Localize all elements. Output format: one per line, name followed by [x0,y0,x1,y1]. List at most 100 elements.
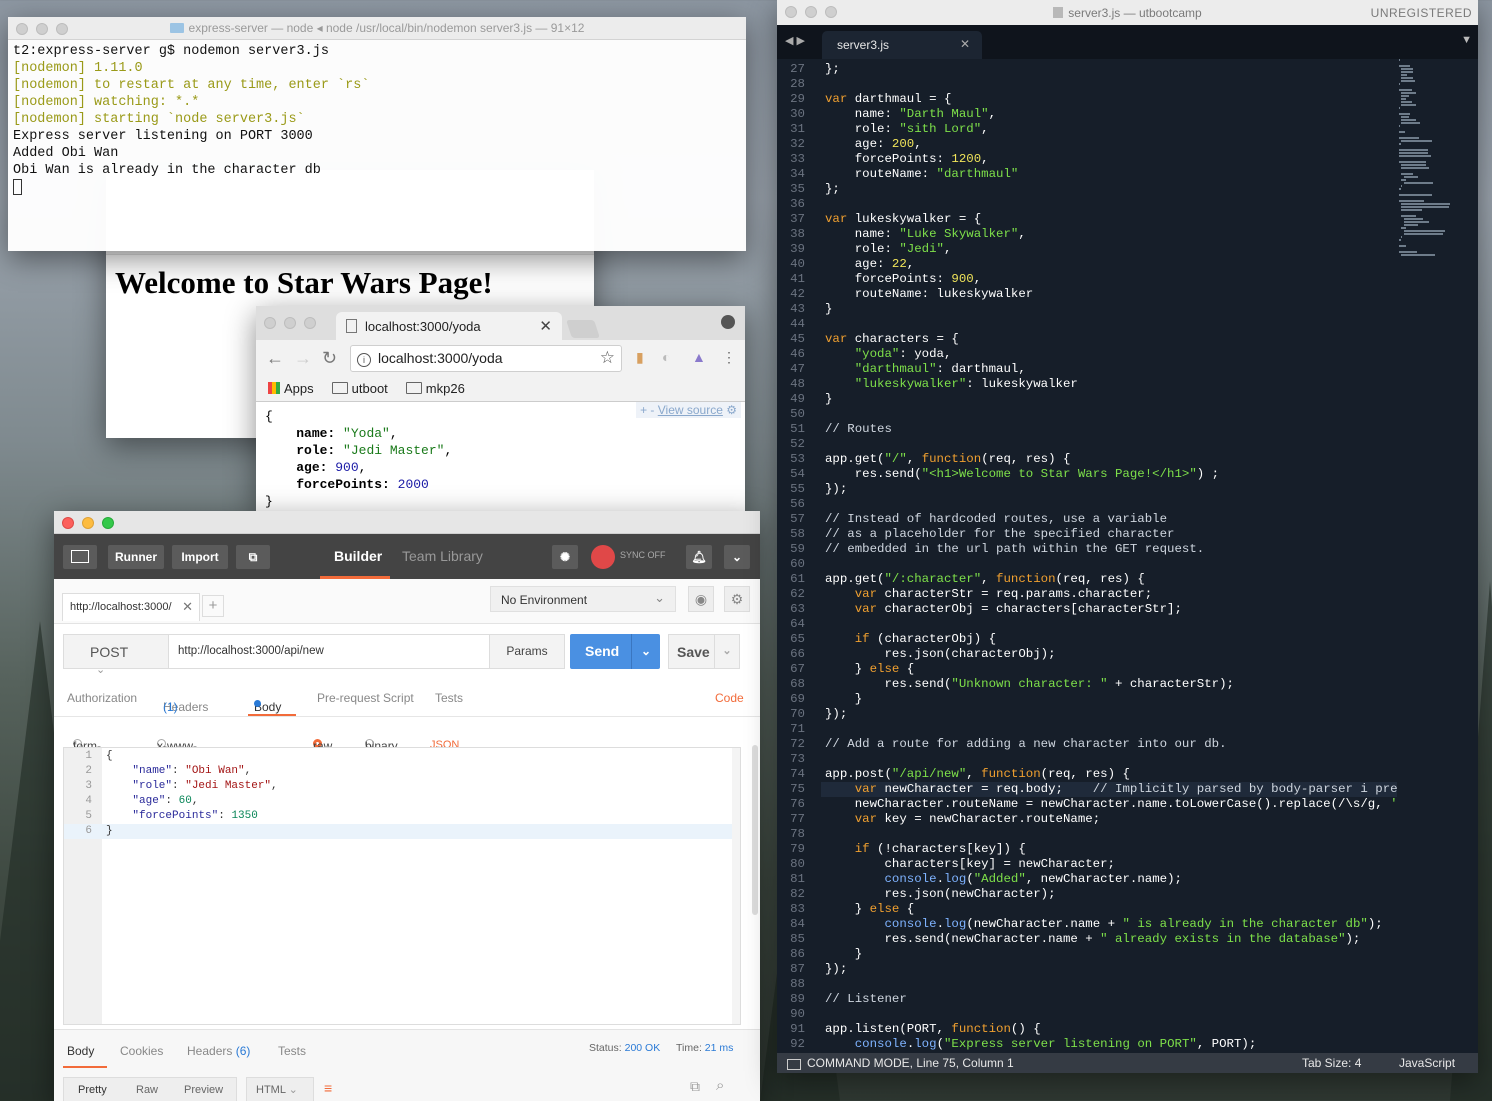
code-line[interactable]: 63 var characterObj = characters[charact… [777,602,1397,617]
terminal-prompt[interactable] [13,179,741,199]
sublime-titlebar[interactable]: server3.js — utbootcamp UNREGISTERED [777,0,1478,25]
code-line[interactable]: 72// Add a route for adding a new charac… [777,737,1397,752]
send-button[interactable]: Send ⌄ [570,634,660,669]
close-tab-icon[interactable]: ✕ [960,37,970,51]
code-editor[interactable]: 27}; 28 29 var darthmaul = {30 name: "Darth… [777,59,1397,1053]
code-link[interactable]: Code [715,691,744,705]
editor-line[interactable]: 5 "forcePoints": 1350 [64,809,740,824]
code-line[interactable]: 49} [777,392,1397,407]
code-line[interactable]: 61 app.get("/:character", function(req, r… [777,572,1397,587]
menu-chevron-icon[interactable]: ⌄ [724,545,750,569]
code-line[interactable]: 69 } [777,692,1397,707]
editor-scrollbar[interactable] [732,748,740,1024]
view-raw-button[interactable]: Raw [136,1078,158,1101]
code-line[interactable]: 39 role: "Jedi", [777,242,1397,257]
code-line[interactable]: 89// Listener [777,992,1397,1007]
interceptor-icon[interactable]: ✺ [552,545,578,569]
zoom-button[interactable] [102,517,114,529]
code-line[interactable]: 32 age: 200, [777,137,1397,152]
code-line[interactable]: 55}); [777,482,1397,497]
window-scrollbar[interactable] [752,745,758,915]
address-bar[interactable]: i localhost:3000/yoda ☆ [350,345,622,372]
code-line[interactable]: 50 [777,407,1397,422]
sublime-window[interactable]: server3.js — utbootcamp UNREGISTERED ◀ ▶… [777,0,1478,1073]
code-line[interactable]: 78 [777,827,1397,842]
code-line[interactable]: 48 "lukeskywalker": lukeskywalker [777,377,1397,392]
close-tab-icon[interactable]: ✕ [182,599,193,615]
editor-line[interactable]: 6} [64,824,740,839]
code-line[interactable]: 41 forcePoints: 900, [777,272,1397,287]
response-tab-cookies[interactable]: Cookies [120,1044,163,1058]
save-dropdown-icon[interactable]: ⌄ [714,635,739,668]
code-line[interactable]: 77 var key = newCharacter.routeName; [777,812,1397,827]
code-line[interactable]: 31 role: "sith Lord", [777,122,1397,137]
close-tab-icon[interactable]: ✕ [539,317,552,335]
editor-line[interactable]: 1{ [64,749,740,764]
search-icon[interactable]: ⌕ [716,1077,724,1094]
new-window-button[interactable]: ⧉ [236,545,270,569]
browser-tab[interactable]: localhost:3000/yoda ✕ [336,312,562,340]
tab-menu-icon[interactable]: ▼ [1461,34,1472,46]
wrap-lines-icon[interactable]: ≡ [324,1080,332,1096]
code-line[interactable]: 35}; [777,182,1397,197]
tab-prerequest-script[interactable]: Pre-request Script [317,691,414,705]
extension-icon[interactable]: ▲ [692,349,706,365]
editor-line[interactable]: 3 "role": "Jedi Master", [64,779,740,794]
minimize-button[interactable] [82,517,94,529]
code-line[interactable]: 85 res.send(newCharacter.name + " alread… [777,932,1397,947]
code-line[interactable]: 45 var characters = { [777,332,1397,347]
close-button[interactable] [62,517,74,529]
code-line[interactable]: 38 name: "Luke Skywalker", [777,227,1397,242]
code-line[interactable]: 58// as a placeholder for the specified … [777,527,1397,542]
code-line[interactable]: 46 "yoda": yoda, [777,347,1397,362]
method-select[interactable]: POST ⌄ [63,634,169,676]
code-line[interactable]: 73 [777,752,1397,767]
tab-team-library[interactable]: Team Library [402,548,483,564]
bookmark-utboot[interactable]: utboot [331,381,388,398]
view-source-link[interactable]: + - View source ⚙ [636,402,741,418]
code-line[interactable]: 33 forcePoints: 1200, [777,152,1397,167]
code-line[interactable]: 56 [777,497,1397,512]
menu-kebab-icon[interactable]: ⋮ [722,349,736,366]
code-line[interactable]: 70}); [777,707,1397,722]
code-line[interactable]: 81 console.log("Added", newCharacter.nam… [777,872,1397,887]
import-button[interactable]: Import [172,545,228,569]
bookmark-mkp26[interactable]: mkp26 [405,381,465,398]
eye-icon[interactable]: ◉ [688,586,714,612]
code-line[interactable]: 47 "darthmaul": darthmaul, [777,362,1397,377]
code-line[interactable]: 80 characters[key] = newCharacter; [777,857,1397,872]
response-tab-tests[interactable]: Tests [278,1044,306,1058]
code-line[interactable]: 29 var darthmaul = { [777,92,1397,107]
code-line[interactable]: 42 routeName: lukeskywalker [777,287,1397,302]
code-line[interactable]: 90 [777,1007,1397,1022]
code-line[interactable]: 28 [777,77,1397,92]
bookmark-apps[interactable]: Apps [268,381,314,398]
code-line[interactable]: 60 [777,557,1397,572]
code-line[interactable]: 86 } [777,947,1397,962]
request-tab[interactable]: http://localhost:3000/✕ [62,593,200,621]
extension-icon[interactable]: ▮ [636,349,644,366]
code-line[interactable]: 36 [777,197,1397,212]
code-line[interactable]: 92 console.log("Express server listening… [777,1037,1397,1052]
code-line[interactable]: 84 console.log(newCharacter.name + " is … [777,917,1397,932]
code-line[interactable]: 64 [777,617,1397,632]
new-tab-button[interactable] [566,320,600,338]
code-line[interactable]: 51// Routes [777,422,1397,437]
code-line[interactable]: 74 app.post("/api/new", function(req, res… [777,767,1397,782]
window-controls[interactable] [62,517,114,529]
code-line[interactable]: 71 [777,722,1397,737]
extension-icon[interactable]: ◐ [662,349,670,365]
status-syntax[interactable]: JavaScript [1399,1056,1455,1070]
body-editor[interactable]: 1{2 "name": "Obi Wan", 3 "role": "Jedi Ma… [63,747,741,1025]
code-line[interactable]: 30 name: "Darth Maul", [777,107,1397,122]
code-line[interactable]: 83 } else { [777,902,1397,917]
params-button[interactable]: Params [489,634,565,669]
view-pretty-button[interactable]: Pretty [78,1078,107,1101]
code-line[interactable]: 53 app.get("/", function(req, res) { [777,452,1397,467]
gear-icon[interactable]: ⚙ [724,586,750,612]
tab-builder[interactable]: Builder [334,548,382,564]
code-line[interactable]: 34 routeName: "darthmaul" [777,167,1397,182]
view-preview-button[interactable]: Preview [184,1078,223,1101]
tab-nav-arrows-icon[interactable]: ◀ ▶ [785,34,805,47]
runner-button[interactable]: Runner [108,545,164,569]
